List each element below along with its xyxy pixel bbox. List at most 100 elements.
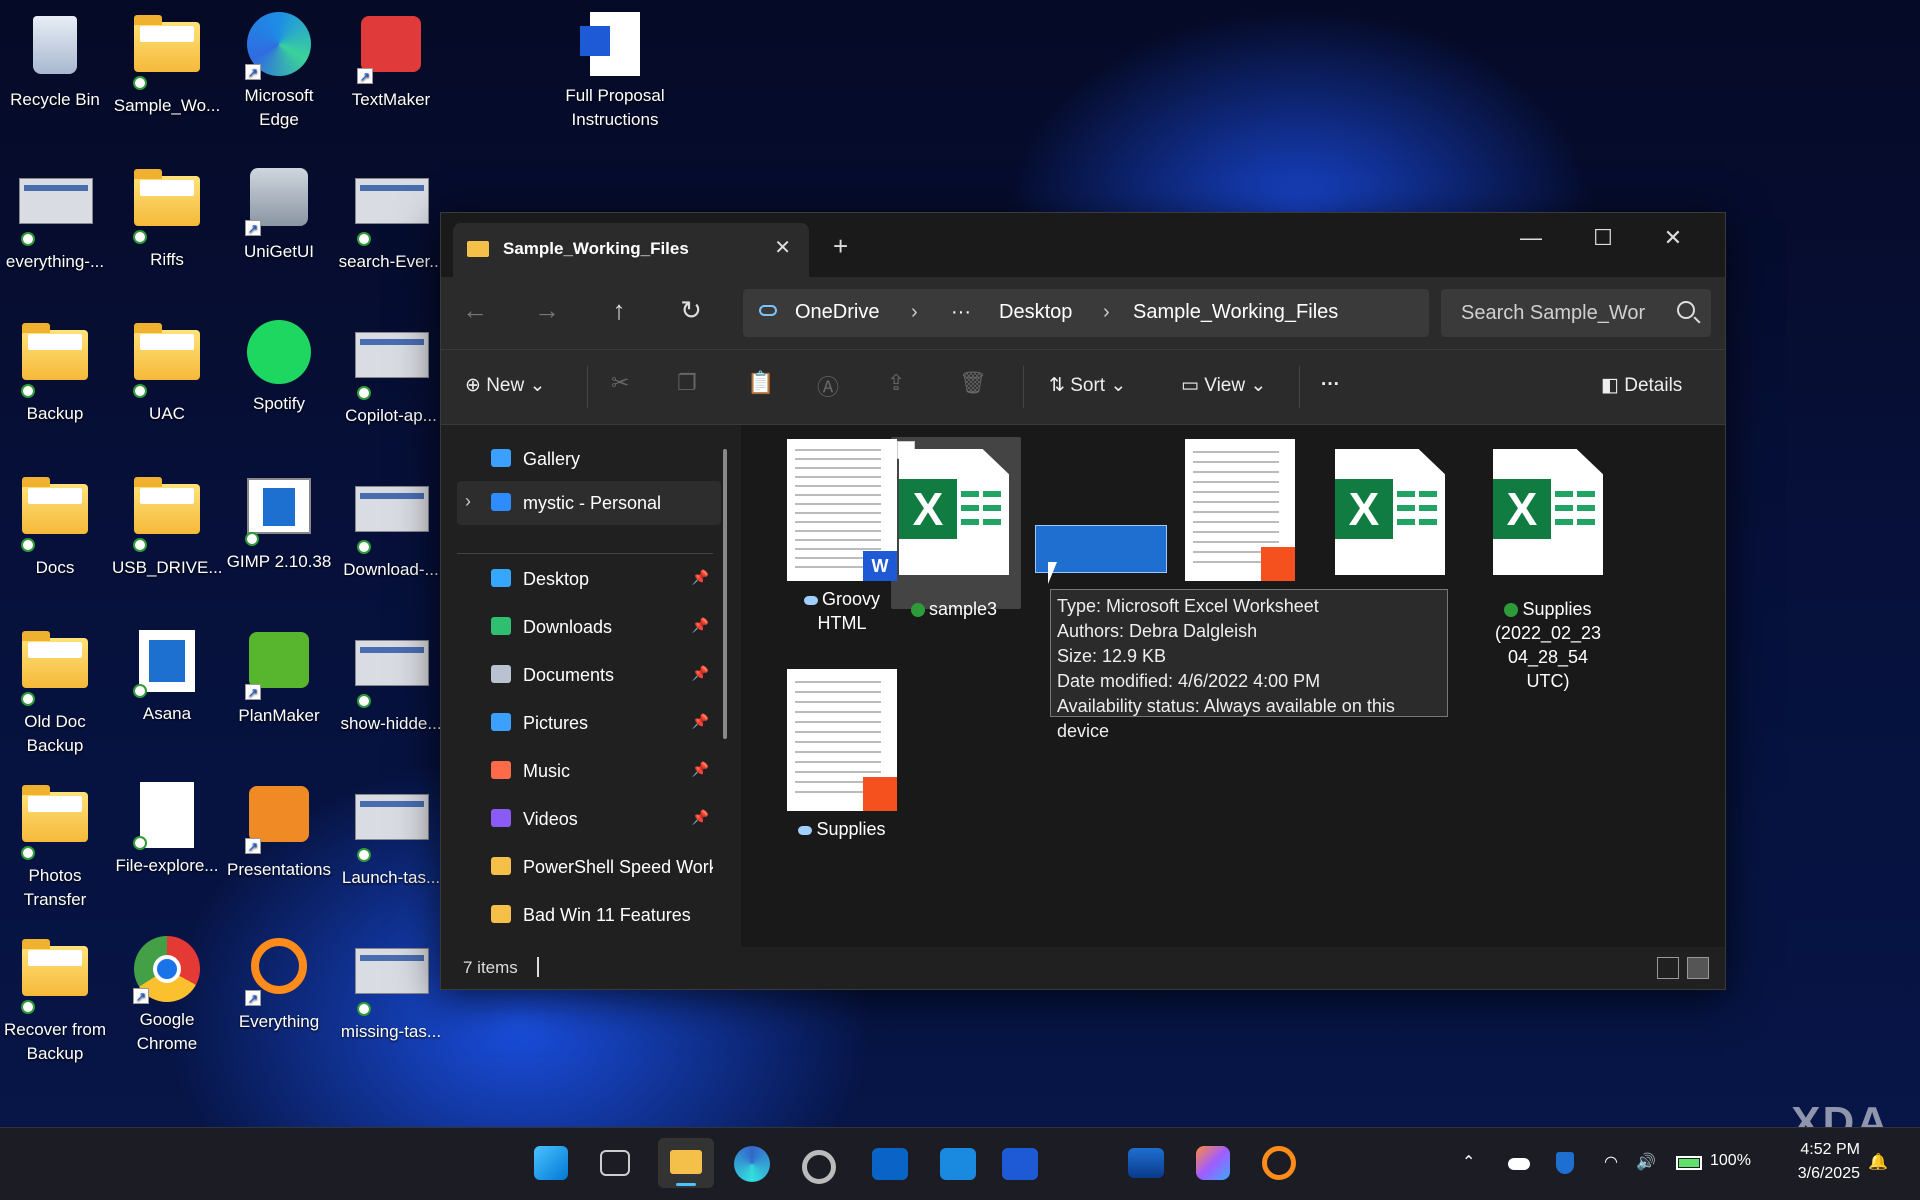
outlook-icon[interactable] [872,1148,908,1180]
close-tab-icon[interactable]: ✕ [774,235,791,260]
everything-search-icon[interactable] [1262,1146,1296,1180]
volume-icon[interactable]: 🔊 [1636,1152,1656,1172]
clock-time: 4:52 PM [1800,1141,1860,1158]
file-explorer-taskbar-icon[interactable] [658,1138,714,1188]
desktop-icon-download[interactable]: Download-... [336,472,446,582]
maximize-button[interactable]: ☐ [1573,225,1633,251]
nav-item-bad-win-11-features[interactable]: Bad Win 11 Features [457,893,721,937]
breadcrumb-desktop[interactable]: Desktop [999,301,1072,324]
battery-icon[interactable] [1676,1156,1702,1170]
desktop-icon-everything[interactable]: everything-... [0,164,110,274]
back-button[interactable]: ← [455,295,495,326]
nav-item-powershell-speed-workl[interactable]: PowerShell Speed Workl [457,845,721,889]
file-item-subsense[interactable]: Subsense [1177,439,1303,611]
text-line [795,530,881,532]
breadcrumb-overflow[interactable]: ··· [951,301,971,324]
desktop-icon-sample-wo[interactable]: Sample_Wo... [112,10,222,118]
tab-sample-working-files[interactable]: Sample_Working_Files ✕ [453,223,809,277]
rename-icon[interactable]: Ⓐ [817,370,839,402]
outlook-new-icon[interactable] [940,1148,976,1180]
new-button[interactable]: ⊕ New ⌄ [465,374,545,397]
desktop-icon-planmaker[interactable]: ↗ PlanMaker [224,626,334,728]
task-view-icon[interactable] [600,1150,630,1176]
nav-item-mystic-personal[interactable]: › mystic - Personal [457,481,721,525]
start-icon[interactable] [534,1146,568,1180]
cut-icon[interactable]: ✂ [611,370,629,396]
nav-item-videos[interactable]: Videos 📌 [457,797,721,841]
desktop-icon-search-ever[interactable]: search-Ever... [336,164,446,274]
forward-button[interactable]: → [527,295,567,326]
settings-icon[interactable] [802,1150,836,1184]
nav-item-pictures[interactable]: Pictures 📌 [457,701,721,745]
desktop-icon-usb-drive[interactable]: USB_DRIVE... [112,472,223,580]
delete-icon[interactable]: 🗑 [959,370,987,396]
up-button[interactable]: ↑ [599,295,639,326]
paste-icon[interactable]: 📋 [747,370,774,396]
defender-icon[interactable] [1556,1152,1574,1174]
wifi-icon[interactable]: ◠ [1604,1152,1618,1172]
nav-item-desktop[interactable]: Desktop 📌 [457,557,721,601]
new-tab-button[interactable]: + [833,231,848,262]
desktop-icon-presentations[interactable]: ↗ Presentations [224,780,334,882]
desktop-icon-recycle-bin[interactable]: Recycle Bin [0,10,110,112]
desktop-icon-recover-from-backup[interactable]: Recover from Backup [0,934,110,1066]
desktop-icon-file-explore[interactable]: File-explore... [112,780,222,878]
divider [587,366,588,408]
clock[interactable]: 4:52 PM 3/6/2025 [1798,1138,1860,1186]
more-options-button[interactable]: ··· [1321,374,1340,396]
word-icon[interactable] [1002,1148,1038,1180]
desktop-icon-photos-transfer[interactable]: Photos Transfer [0,780,110,912]
refresh-button[interactable]: ↻ [671,295,711,326]
minimize-button[interactable]: — [1501,225,1561,251]
desktop-icon-launch-tas[interactable]: Launch-tas... [336,780,446,890]
close-button[interactable]: ✕ [1643,225,1703,251]
desktop-icon-full-proposal-instructions[interactable]: Full Proposal Instructions [560,10,670,132]
copy-icon[interactable]: ❐ [677,370,697,396]
photos-icon[interactable] [1128,1148,1164,1178]
share-icon[interactable]: ⇪ [887,370,905,396]
desktop-icon-riffs[interactable]: Riffs [112,164,222,272]
desktop-icon-backup[interactable]: Backup [0,318,110,426]
address-bar[interactable]: OneDrive › ··· Desktop › Sample_Working_… [743,289,1429,337]
desktop-icon-asana[interactable]: Asana [112,626,222,726]
file-item-supplies[interactable]: Supplies [779,669,905,841]
view-button[interactable]: ▭ View ⌄ [1181,374,1266,397]
desktop-icon-docs[interactable]: Docs [0,472,110,580]
presentations-logo [249,786,309,842]
desktop-icon-unigetui[interactable]: ↗ UniGetUI [224,164,334,264]
file-item-groovy-html[interactable]: W Groovy HTML [779,439,905,635]
nav-item-downloads[interactable]: Downloads 📌 [457,605,721,649]
desktop-icon-spotify[interactable]: Spotify [224,318,334,416]
edge-icon[interactable] [734,1146,770,1182]
details-button[interactable]: ◧ Details [1601,374,1682,397]
file-item-sample3[interactable]: Xsample3 [891,439,1017,621]
nav-item-gallery[interactable]: Gallery [457,437,721,481]
desktop-icon-old-doc-backup[interactable]: Old Doc Backup [0,626,110,758]
onedrive-tray-icon[interactable] [1508,1158,1530,1170]
nav-scrollbar[interactable] [723,449,727,739]
breadcrumb-current[interactable]: Sample_Working_Files [1133,301,1338,324]
details-view-toggle[interactable] [1657,957,1679,979]
search-box[interactable]: Search Sample_Wor [1441,289,1711,337]
nav-item-music[interactable]: Music 📌 [457,749,721,793]
desktop-icon-microsoft-edge[interactable]: ↗ Microsoft Edge [224,10,334,132]
desktop-icon-copilot-ap[interactable]: Copilot-ap... [336,318,446,428]
desktop-icon-show-hidde[interactable]: show-hidde... [336,626,446,736]
nav-item-documents[interactable]: Documents 📌 [457,653,721,697]
search-input[interactable]: Search Sample_Wor [1461,302,1661,325]
breadcrumb-onedrive[interactable]: OneDrive [795,301,879,324]
desktop-icon-textmaker[interactable]: ↗ TextMaker [336,10,446,112]
file-item-supplies-2022-02-23-04-28-54-utc[interactable]: X Supplies (2022_02_23 04_28_54 UTC) [1485,439,1611,693]
sort-button[interactable]: ⇅ Sort ⌄ [1049,374,1126,397]
notification-bell-icon[interactable]: 🔔 [1868,1152,1888,1172]
expand-chevron-icon[interactable]: › [465,491,471,512]
desktop-icon-missing-tas[interactable]: missing-tas... [336,934,446,1044]
view-label: View [1204,375,1246,396]
desktop-icon-google-chrome[interactable]: ↗ Google Chrome [112,934,222,1056]
desktop-icon-gimp-2-10-38[interactable]: GIMP 2.10.38 [224,472,334,574]
large-icons-view-toggle[interactable] [1687,957,1709,979]
desktop-icon-uac[interactable]: UAC [112,318,222,426]
show-hidden-icons-icon[interactable]: ⌃ [1462,1152,1475,1172]
copilot-icon[interactable] [1196,1146,1230,1180]
desktop-icon-everything[interactable]: ↗ Everything [224,934,334,1034]
